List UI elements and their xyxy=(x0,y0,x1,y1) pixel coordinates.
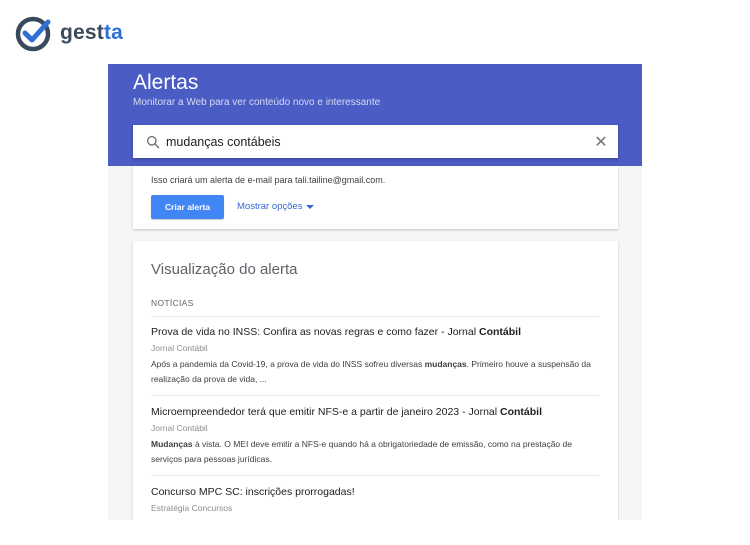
snippet-highlight: Mudanças xyxy=(151,439,193,449)
page-subtitle: Monitorar a Web para ver conteúdo novo e… xyxy=(133,97,381,108)
item-divider xyxy=(151,395,599,396)
news-source: Jornal Contábil xyxy=(151,343,208,353)
news-item: Prova de vida no INSS: Confira as novas … xyxy=(151,325,599,387)
gestta-wordmark: gestta xyxy=(60,21,123,45)
alert-query-input[interactable] xyxy=(166,134,590,149)
news-title-text: Concurso MPC SC: inscrições prorrogadas! xyxy=(151,486,355,498)
create-alert-card: Isso criará um alerta de e-mail para tal… xyxy=(133,166,618,229)
news-item: Microempreendedor terá que emitir NFS-e … xyxy=(151,405,599,467)
snippet-text-b: à vista. O MEI deve emitir a NFS-e quand… xyxy=(151,439,572,464)
alert-preview-card: Visualização do alerta NOTÍCIAS Prova de… xyxy=(133,241,618,520)
gestta-logo: gestta xyxy=(14,13,123,53)
show-options-button[interactable]: Mostrar opções xyxy=(237,201,315,212)
section-divider xyxy=(151,316,599,317)
preview-title: Visualização do alerta xyxy=(151,261,298,278)
clear-search-close-icon[interactable]: ✕ xyxy=(590,131,612,153)
news-item: Concurso MPC SC: inscrições prorrogadas!… xyxy=(151,485,599,517)
alerts-header: Alertas Monitorar a Web para ver conteúd… xyxy=(108,64,642,166)
news-section-label: NOTÍCIAS xyxy=(151,298,194,308)
search-icon xyxy=(146,135,160,148)
news-source: Jornal Contábil xyxy=(151,423,208,433)
alerts-screenshot-frame: Alertas Monitorar a Web para ver conteúd… xyxy=(108,64,642,520)
gestta-check-logo-icon xyxy=(15,16,51,52)
show-options-label: Mostrar opções xyxy=(237,201,303,212)
news-snippet: Após a pandemia da Covid-19, a prova de … xyxy=(151,357,599,387)
wordmark-suffix: ta xyxy=(103,21,124,44)
page-title: Alertas xyxy=(133,71,199,94)
news-title-highlight: Contábil xyxy=(479,326,521,338)
email-alert-note: Isso criará um alerta de e-mail para tal… xyxy=(151,175,386,185)
news-title-text: Prova de vida no INSS: Confira as novas … xyxy=(151,326,479,338)
news-title-text: Microempreendedor terá que emitir NFS-e … xyxy=(151,406,500,418)
news-title-link[interactable]: Microempreendedor terá que emitir NFS-e … xyxy=(151,405,599,419)
item-divider xyxy=(151,475,599,476)
caret-down-icon xyxy=(306,204,315,209)
snippet-text-a: Após a pandemia da Covid-19, a prova de … xyxy=(151,359,425,369)
wordmark-prefix: gest xyxy=(60,21,104,44)
snippet-highlight: mudanças xyxy=(424,359,467,369)
news-source: Estratégia Concursos xyxy=(151,503,233,513)
news-title-link[interactable]: Prova de vida no INSS: Confira as novas … xyxy=(151,325,599,339)
news-title-link[interactable]: Concurso MPC SC: inscrições prorrogadas! xyxy=(151,485,599,499)
news-snippet: Mudanças à vista. O MEI deve emitir a NF… xyxy=(151,437,599,467)
alert-search-bar: ✕ xyxy=(133,125,618,158)
news-title-highlight: Contábil xyxy=(500,406,542,418)
create-alert-button[interactable]: Criar alerta xyxy=(151,195,224,219)
